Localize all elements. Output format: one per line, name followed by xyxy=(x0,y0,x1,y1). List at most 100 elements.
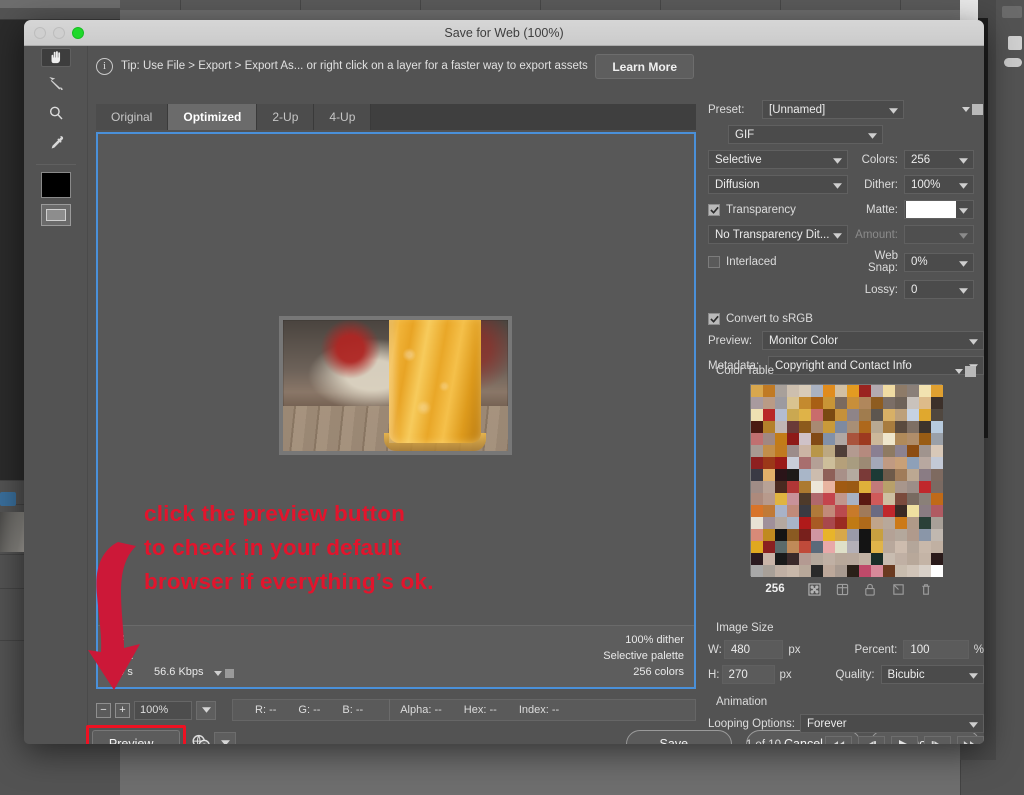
color-swatch[interactable] xyxy=(811,541,823,553)
color-swatch[interactable] xyxy=(811,433,823,445)
preview-button[interactable]: Preview... xyxy=(92,730,180,744)
color-swatch[interactable] xyxy=(895,481,907,493)
color-swatch[interactable] xyxy=(835,517,847,529)
color-swatch[interactable] xyxy=(871,517,883,529)
color-swatch[interactable] xyxy=(871,469,883,481)
color-swatch[interactable] xyxy=(835,421,847,433)
color-swatch[interactable] xyxy=(835,385,847,397)
color-swatch[interactable] xyxy=(859,553,871,565)
interlaced-checkbox[interactable] xyxy=(708,256,720,268)
color-swatch[interactable] xyxy=(919,541,931,553)
color-swatch[interactable] xyxy=(931,553,943,565)
color-swatch[interactable] xyxy=(871,565,883,577)
color-swatch[interactable] xyxy=(823,493,835,505)
color-swatch[interactable] xyxy=(763,517,775,529)
color-swatch[interactable] xyxy=(895,565,907,577)
foreground-color-swatch[interactable] xyxy=(40,172,71,198)
color-swatch[interactable] xyxy=(787,493,799,505)
color-swatch[interactable] xyxy=(751,505,763,517)
preset-select[interactable]: [Unnamed] xyxy=(762,100,904,119)
color-swatch[interactable] xyxy=(883,529,895,541)
color-swatch[interactable] xyxy=(919,517,931,529)
color-swatch[interactable] xyxy=(751,541,763,553)
color-swatch[interactable] xyxy=(895,469,907,481)
color-swatch[interactable] xyxy=(847,529,859,541)
color-swatch[interactable] xyxy=(811,397,823,409)
color-swatch[interactable] xyxy=(847,505,859,517)
color-swatch[interactable] xyxy=(859,481,871,493)
color-swatch[interactable] xyxy=(847,565,859,577)
color-swatch[interactable] xyxy=(775,541,787,553)
color-swatch[interactable] xyxy=(907,445,919,457)
color-swatch[interactable] xyxy=(835,565,847,577)
color-swatch[interactable] xyxy=(871,409,883,421)
color-swatch[interactable] xyxy=(835,529,847,541)
color-swatch[interactable] xyxy=(799,421,811,433)
color-swatch[interactable] xyxy=(811,505,823,517)
color-swatch[interactable] xyxy=(907,517,919,529)
color-swatch[interactable] xyxy=(895,385,907,397)
color-swatch[interactable] xyxy=(847,457,859,469)
web-snap-select[interactable]: 0% xyxy=(904,252,974,272)
color-swatch[interactable] xyxy=(919,529,931,541)
color-swatch[interactable] xyxy=(835,457,847,469)
color-swatch[interactable] xyxy=(763,541,775,553)
color-swatch[interactable] xyxy=(751,493,763,505)
color-swatch[interactable] xyxy=(787,541,799,553)
color-swatch[interactable] xyxy=(787,421,799,433)
color-swatch[interactable] xyxy=(775,457,787,469)
zoom-out-button[interactable]: − xyxy=(96,702,111,718)
color-swatch[interactable] xyxy=(823,541,835,553)
color-swatch[interactable] xyxy=(763,409,775,421)
color-swatch[interactable] xyxy=(751,517,763,529)
color-swatch[interactable] xyxy=(907,481,919,493)
tab-optimized[interactable]: Optimized xyxy=(168,104,258,130)
color-swatch[interactable] xyxy=(811,457,823,469)
color-swatch[interactable] xyxy=(847,385,859,397)
color-swatch[interactable] xyxy=(907,565,919,577)
color-swatch[interactable] xyxy=(787,529,799,541)
color-swatch[interactable] xyxy=(931,529,943,541)
color-swatch[interactable] xyxy=(859,493,871,505)
color-swatch[interactable] xyxy=(931,409,943,421)
color-swatch[interactable] xyxy=(811,481,823,493)
optimized-preview-pane[interactable]: GIF 789... 144 s 56.6 Kbps 100% dither S… xyxy=(96,132,696,689)
color-swatch[interactable] xyxy=(763,565,775,577)
color-swatch[interactable] xyxy=(763,493,775,505)
color-swatch[interactable] xyxy=(931,385,943,397)
color-swatch[interactable] xyxy=(835,409,847,421)
color-swatch[interactable] xyxy=(931,493,943,505)
color-swatch[interactable] xyxy=(931,421,943,433)
color-swatch[interactable] xyxy=(871,493,883,505)
color-swatch[interactable] xyxy=(763,505,775,517)
color-swatch[interactable] xyxy=(871,541,883,553)
color-swatch[interactable] xyxy=(895,421,907,433)
color-swatch[interactable] xyxy=(799,457,811,469)
color-swatch[interactable] xyxy=(799,517,811,529)
color-swatch[interactable] xyxy=(823,421,835,433)
convert-srgb-checkbox[interactable] xyxy=(708,313,720,325)
color-swatch[interactable] xyxy=(907,421,919,433)
color-swatch[interactable] xyxy=(751,409,763,421)
zoom-tool-icon[interactable] xyxy=(41,99,71,127)
settings-panel-menu-icon[interactable] xyxy=(962,104,983,115)
color-swatch[interactable] xyxy=(823,397,835,409)
color-swatch[interactable] xyxy=(751,445,763,457)
color-swatch[interactable] xyxy=(811,469,823,481)
color-swatch[interactable] xyxy=(811,385,823,397)
color-swatch[interactable] xyxy=(811,445,823,457)
color-swatch[interactable] xyxy=(847,397,859,409)
percent-field[interactable]: 100 xyxy=(903,640,969,659)
color-swatch[interactable] xyxy=(895,397,907,409)
color-swatch[interactable] xyxy=(835,505,847,517)
color-swatch[interactable] xyxy=(859,541,871,553)
color-swatch[interactable] xyxy=(751,481,763,493)
color-swatch[interactable] xyxy=(763,457,775,469)
color-swatch[interactable] xyxy=(859,397,871,409)
color-swatch[interactable] xyxy=(919,421,931,433)
tab-4up[interactable]: 4-Up xyxy=(314,104,372,130)
color-swatch[interactable] xyxy=(883,421,895,433)
color-swatch[interactable] xyxy=(763,529,775,541)
color-swatch[interactable] xyxy=(871,445,883,457)
color-swatch[interactable] xyxy=(775,409,787,421)
